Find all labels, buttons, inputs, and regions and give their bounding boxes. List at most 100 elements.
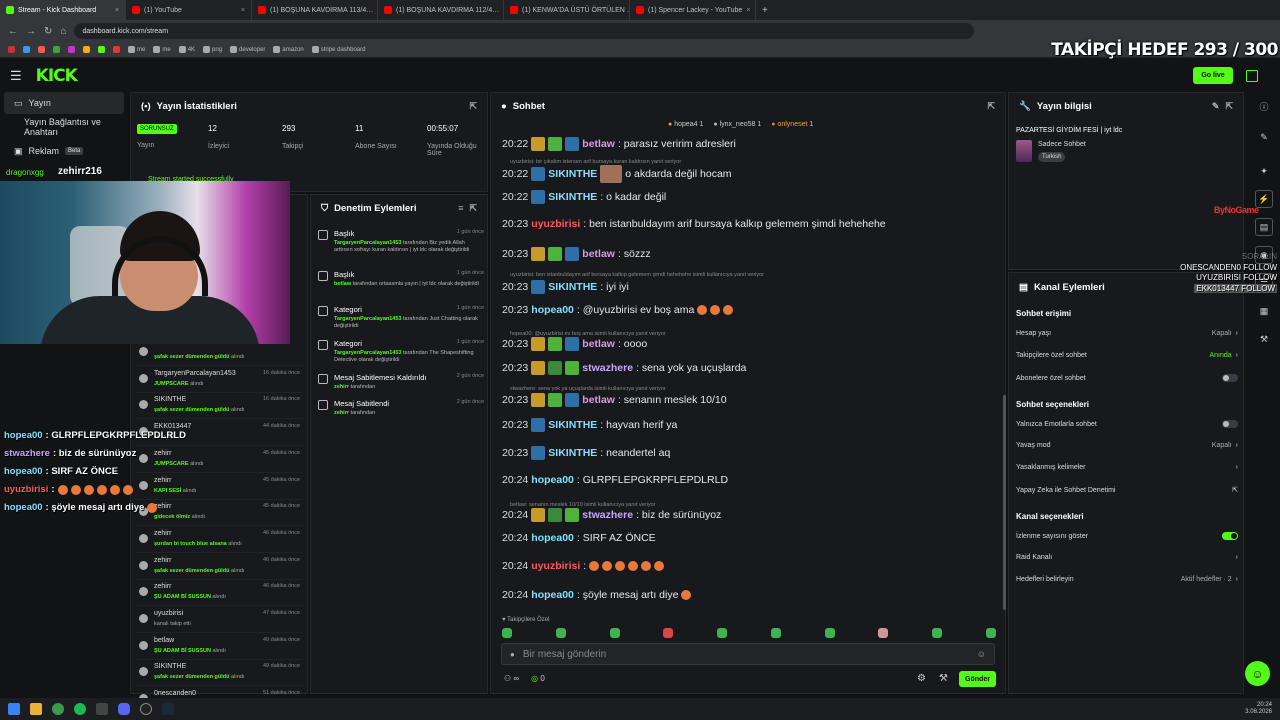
channel-setting-row[interactable]: Raid Kanalı › xyxy=(1016,554,1238,561)
channel-setting-row[interactable]: Yapay Zeka ile Sohbet Denetimi ⇱ xyxy=(1016,486,1238,495)
emote-icon[interactable] xyxy=(985,628,996,638)
chat-username[interactable]: SIKINTHE xyxy=(548,168,597,180)
emoji-picker-icon[interactable]: ☺ xyxy=(977,649,986,659)
channel-setting-row[interactable]: Yalnızca Emotlarla sohbet xyxy=(1016,420,1238,428)
info-icon[interactable]: ⓘ xyxy=(1255,97,1273,115)
chat-username[interactable]: hopea00 xyxy=(531,304,574,316)
settings-icon[interactable]: ⚙ xyxy=(917,673,926,684)
sidebar-item-stream[interactable]: ▭ Yayın xyxy=(4,92,124,114)
chat-username[interactable]: hopea00 xyxy=(531,589,574,601)
toggle-switch[interactable] xyxy=(1222,420,1238,428)
help-chat-button[interactable]: ☺ xyxy=(1245,661,1270,686)
pen-icon[interactable]: ✎ xyxy=(1255,128,1273,146)
bookmark-icon[interactable] xyxy=(38,46,45,53)
home-icon[interactable]: ⌂ xyxy=(60,26,66,37)
channel-setting-row[interactable]: Abonelere özel sohbet xyxy=(1016,374,1238,382)
mod-tools-icon[interactable]: ⚒ xyxy=(939,673,948,684)
emote-icon[interactable] xyxy=(663,628,674,638)
popout-icon[interactable]: ⇱ xyxy=(1225,101,1233,112)
chat-username[interactable]: betlaw xyxy=(582,138,615,150)
bookmark-icon[interactable] xyxy=(68,46,75,53)
browser-tab[interactable]: (1) YouTube × xyxy=(126,0,252,20)
channel-setting-row[interactable]: Yavaş mod Kapalı › xyxy=(1016,442,1238,449)
app-icon[interactable] xyxy=(96,703,108,715)
calendar-icon[interactable]: ▦ xyxy=(1255,302,1273,320)
obs-icon[interactable] xyxy=(140,703,152,715)
spotify-icon[interactable] xyxy=(74,703,86,715)
chat-username[interactable]: SIKINTHE xyxy=(548,447,597,459)
sidebar-item-stream-key[interactable]: Yayın Bağlantısı ve Anahtarı xyxy=(4,116,124,138)
popout-icon[interactable]: ⇱ xyxy=(469,203,477,214)
forward-icon[interactable]: → xyxy=(26,26,36,37)
bookmark-icon[interactable] xyxy=(83,46,90,53)
bookmark-icon[interactable] xyxy=(53,46,60,53)
chat-username[interactable]: betlaw xyxy=(582,338,615,350)
chat-input[interactable]: ● Bir mesaj gönderin ☺ xyxy=(501,643,995,665)
new-tab-icon[interactable]: + xyxy=(756,5,774,16)
popout-icon[interactable]: ⇱ xyxy=(469,101,477,112)
tools-icon[interactable]: ⚒ xyxy=(1255,330,1273,348)
popout-icon[interactable]: ⇱ xyxy=(987,101,995,112)
chat-username[interactable]: uyuzbirisi xyxy=(531,560,580,572)
chat-username[interactable]: SIKINTHE xyxy=(548,419,597,431)
chat-username[interactable]: SIKINTHE xyxy=(548,191,597,203)
emote-icon[interactable] xyxy=(932,628,943,638)
kick-logo[interactable]: KICK xyxy=(36,66,78,86)
explorer-icon[interactable] xyxy=(30,703,42,715)
filter-icon[interactable]: ≡ xyxy=(458,203,463,213)
bookmark-item[interactable]: developer xyxy=(230,46,265,53)
browser-tab[interactable]: (1) KENWA'DA ÜSTÜ ÖRTÜLEN …× xyxy=(504,0,630,20)
start-icon[interactable] xyxy=(8,703,20,715)
channel-setting-row[interactable]: Takipçilere özel sohbet Anında › xyxy=(1016,352,1238,359)
bookmark-item[interactable]: me xyxy=(153,46,171,53)
popout-icon[interactable] xyxy=(1246,70,1258,82)
send-button[interactable]: Gönder xyxy=(959,671,996,687)
chat-username[interactable]: stwazhere xyxy=(582,362,633,374)
back-icon[interactable]: ← xyxy=(8,26,18,37)
chat-username[interactable]: betlaw xyxy=(582,248,615,260)
channel-setting-row[interactable]: Hedefleri belirleyin Aktif hedefler · 2 › xyxy=(1016,576,1238,583)
toggle-switch[interactable] xyxy=(1222,532,1238,540)
chat-username[interactable]: betlaw xyxy=(582,394,615,406)
bookmark-item[interactable]: amazon xyxy=(273,46,304,53)
channel-setting-row[interactable]: Hesap yaşı Kapalı › xyxy=(1016,330,1238,337)
browser-tab[interactable]: (1) BOŞUNA KAVDIRMA 113/4…× xyxy=(252,0,378,20)
channel-setting-row[interactable]: İzlenme sayısını göster xyxy=(1016,532,1238,540)
browser-tab[interactable]: (1) Spencer Lackey - YouTube × xyxy=(630,0,756,20)
bookmark-icon[interactable] xyxy=(98,46,105,53)
chat-username[interactable]: uyuzbirisi xyxy=(531,218,580,230)
edit-icon[interactable]: ✎ xyxy=(1212,101,1220,112)
emote-icon[interactable] xyxy=(502,628,512,638)
chat-username[interactable]: stwazhere xyxy=(582,509,633,521)
chat-username[interactable]: hopea00 xyxy=(531,474,574,486)
steam-icon[interactable] xyxy=(162,703,174,715)
reload-icon[interactable]: ↻ xyxy=(44,26,52,37)
bolt-icon[interactable]: ⚡ xyxy=(1255,190,1273,208)
go-live-button[interactable]: Go live xyxy=(1193,67,1233,84)
bookmark-item[interactable]: 4K xyxy=(178,46,195,53)
browser-tab[interactable]: (1) BOŞUNA KAVDIRMA 112/4…× xyxy=(378,0,504,20)
chrome-icon[interactable] xyxy=(52,703,64,715)
close-icon[interactable]: × xyxy=(115,7,119,14)
doc-icon[interactable]: ▤ xyxy=(1255,218,1273,236)
toggle-switch[interactable] xyxy=(1222,374,1238,382)
bookmark-item[interactable]: png xyxy=(203,46,222,53)
target-icon[interactable]: ✦ xyxy=(1255,162,1273,180)
channel-setting-row[interactable]: Yasaklanmış kelimeler › xyxy=(1016,464,1238,471)
menu-icon[interactable]: ☰ xyxy=(10,68,22,84)
emote-icon[interactable] xyxy=(824,628,835,638)
emote-icon[interactable] xyxy=(609,628,620,638)
bookmark-item[interactable]: stripe dashboard xyxy=(311,46,365,53)
url-field[interactable]: dashboard.kick.com/stream xyxy=(74,23,975,39)
browser-tab[interactable]: Stream - Kick Dashboard × xyxy=(0,0,126,20)
close-icon[interactable]: × xyxy=(746,7,750,14)
bookmark-icon[interactable] xyxy=(23,46,30,53)
discord-icon[interactable] xyxy=(118,703,130,715)
chat-username[interactable]: hopea00 xyxy=(531,532,574,544)
bookmark-icon[interactable] xyxy=(8,46,15,53)
bookmark-item[interactable]: me xyxy=(128,46,145,53)
chat-scrollbar[interactable] xyxy=(1003,395,1006,610)
sidebar-item-ads[interactable]: ▣ Reklam Beta xyxy=(4,140,124,162)
close-icon[interactable]: × xyxy=(241,7,245,14)
chat-username[interactable]: SIKINTHE xyxy=(548,281,597,293)
